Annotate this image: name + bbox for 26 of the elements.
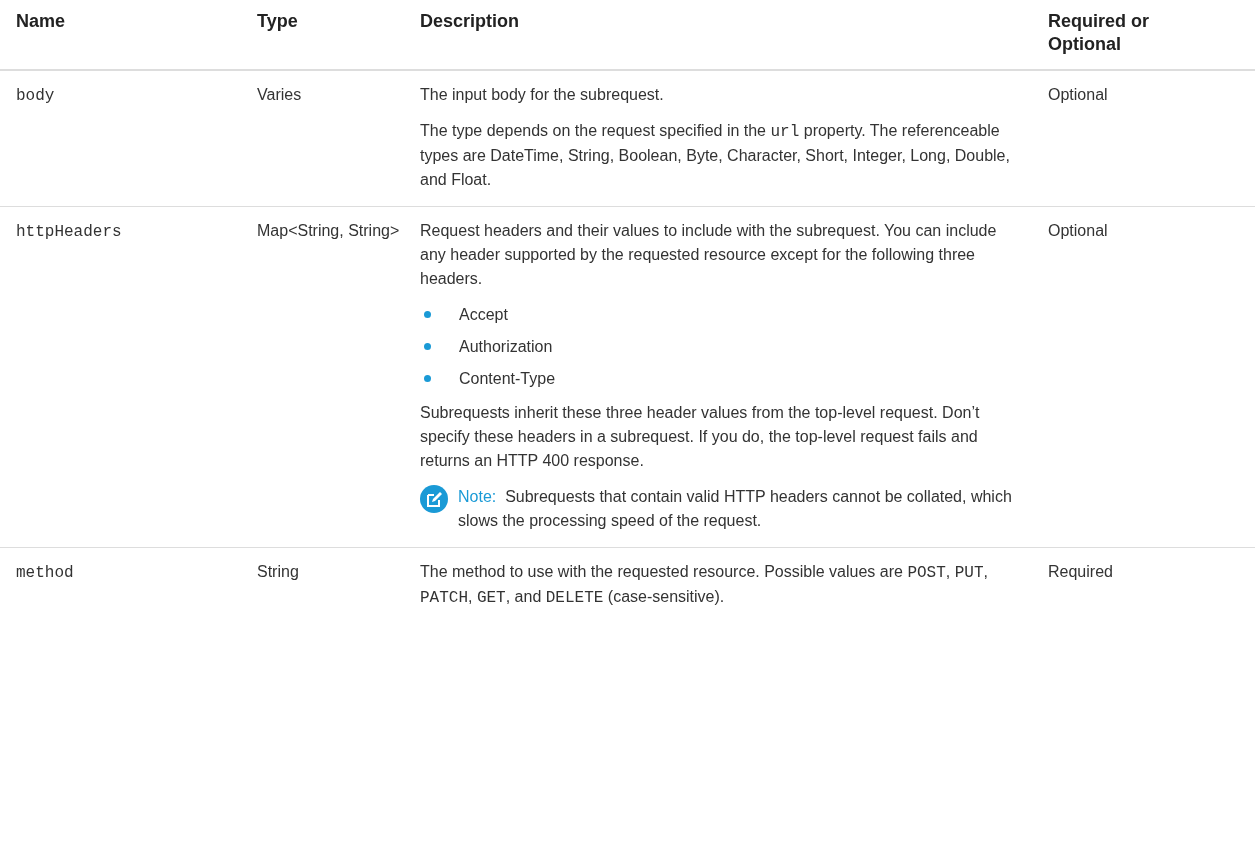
requirement-text: Optional (1048, 221, 1108, 239)
list-item: Accept (459, 304, 508, 325)
column-header: Type (256, 10, 299, 33)
parameter-type: String (257, 562, 299, 580)
column-header: Name (15, 10, 67, 33)
requirement-text: Optional (1048, 85, 1108, 103)
parameter-name: method (16, 563, 74, 582)
note-text: Note: Subrequests that contain valid HTTP headers cannot be collated, which slows the processing speed of the request. (458, 486, 1013, 531)
parameter-name: httpHeaders (16, 222, 122, 241)
bullet-icon (424, 375, 431, 383)
description-text: The input body for the subrequest. (420, 84, 665, 105)
edit-note-icon (420, 484, 448, 513)
list-item: Authorization (459, 336, 553, 357)
description-text: The method to use with the requested resource. Possible values are POST, PUT, PATCH, GET, and DELETE (case-sensitive). (420, 561, 989, 609)
parameter-name: body (16, 86, 55, 105)
description-text: Subrequests inherit these three header values from the top-level request. Don’t specify these headers in a subrequest. If you do, the top-level request fails and returns an HTTP 400 response. (420, 402, 981, 471)
parameter-type: Varies (257, 85, 302, 103)
column-header: Required or Optional (1047, 10, 1150, 57)
list-item: Content-Type (459, 368, 556, 389)
bullet-icon (424, 311, 431, 319)
bullet-icon (424, 343, 431, 351)
parameter-type: Map<String, String> (257, 221, 400, 239)
column-header: Description (419, 10, 521, 33)
requirement-text: Required (1048, 562, 1113, 580)
description-text: The type depends on the request specified in the url property. The referenceable types are DateTime, String, Boolean, Byte, Character, Short, Integer, Long, Double, and Float. (420, 120, 1011, 190)
description-text: Request headers and their values to include with the subrequest. You can include any header supported by the requested resource except for the following three headers. (420, 220, 998, 289)
